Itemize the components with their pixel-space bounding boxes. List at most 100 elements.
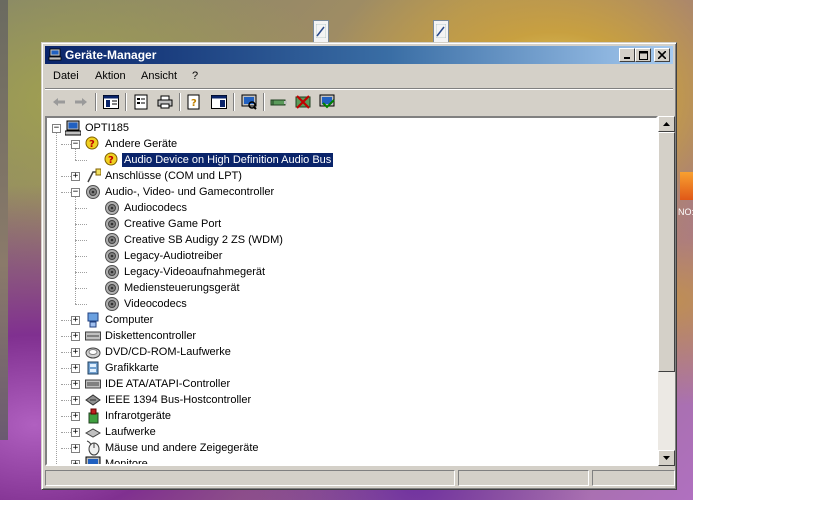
scroll-up-button[interactable]: [658, 116, 675, 132]
speaker-icon: [104, 280, 120, 296]
scroll-down-button[interactable]: [658, 450, 675, 466]
tree-node-label: Monitore: [105, 458, 148, 466]
maximize-button[interactable]: [635, 48, 651, 62]
tree-node-audio-device-on-high-definition-audio-bus[interactable]: ? Audio Device on High Definition Audio B…: [47, 152, 647, 168]
speaker-icon: [104, 248, 120, 264]
close-button[interactable]: [654, 48, 670, 62]
tree-node-ieee-1394-bus-hostcontroller[interactable]: + IEEE 1394 Bus-Hostcontroller: [47, 392, 647, 408]
device-manager-window: Geräte-Manager Datei Aktion Ansicht ? ? …: [41, 42, 677, 490]
show-hide-tree-icon[interactable]: [101, 93, 121, 111]
tree-node-diskettencontroller[interactable]: + Diskettencontroller: [47, 328, 647, 344]
tree-node-anschlüsse-com-und-lpt[interactable]: + Anschlüsse (COM und LPT): [47, 168, 647, 184]
menu-help[interactable]: ?: [192, 70, 198, 82]
status-panel-2: [458, 470, 589, 486]
tree-node-creative-game-port[interactable]: Creative Game Port: [47, 216, 647, 232]
toolbar-separator: [179, 93, 181, 111]
expand-toggle[interactable]: +: [71, 332, 80, 341]
svg-text:?: ?: [89, 139, 95, 150]
speaker-icon: [104, 200, 120, 216]
menu-ansicht[interactable]: Ansicht: [141, 70, 177, 82]
scan-hardware-icon[interactable]: [239, 93, 259, 111]
expand-toggle[interactable]: +: [71, 412, 80, 421]
monitor-icon: [85, 456, 101, 464]
print-icon[interactable]: [155, 93, 175, 111]
device-tree-content: − OPTI185−? Andere Geräte? Audio Device on …: [47, 118, 656, 466]
expand-toggle[interactable]: +: [71, 444, 80, 453]
firewire-icon: [85, 392, 101, 408]
display-adapter-icon: [85, 360, 101, 376]
tree-node-label: Mäuse und andere Zeigegeräte: [105, 442, 259, 454]
tree-node-legacy-audiotreiber[interactable]: Legacy-Audiotreiber: [47, 248, 647, 264]
tree-node-label: IDE ATA/ATAPI-Controller: [105, 378, 231, 390]
update-driver-icon[interactable]: [269, 93, 289, 111]
scroll-thumb[interactable]: [658, 132, 675, 372]
tree-node-label: Creative Game Port: [124, 218, 222, 230]
tree-node-andere-geräte[interactable]: −? Andere Geräte: [47, 136, 647, 152]
show-hide-pane-icon[interactable]: [209, 93, 229, 111]
tree-node-computer[interactable]: + Computer: [47, 312, 647, 328]
expand-toggle[interactable]: +: [71, 348, 80, 357]
back-arrow-icon[interactable]: [49, 93, 69, 111]
tree-node-label: IEEE 1394 Bus-Hostcontroller: [105, 394, 252, 406]
expand-toggle[interactable]: +: [71, 396, 80, 405]
tree-node-infrarotgeräte[interactable]: + Infrarotgeräte: [47, 408, 647, 424]
desktop-strip: [0, 0, 8, 440]
computer-icon: [64, 120, 82, 136]
expand-toggle[interactable]: +: [71, 428, 80, 437]
tree-node-grafikkarte[interactable]: + Grafikkarte: [47, 360, 647, 376]
tree-node-label: Diskettencontroller: [105, 330, 197, 342]
expand-toggle[interactable]: +: [71, 364, 80, 373]
vertical-scrollbar[interactable]: [658, 116, 675, 466]
tree-node-legacy-videoaufnahmegerät[interactable]: Legacy-Videoaufnahmegerät: [47, 264, 647, 280]
tree-node-label: Videocodecs: [124, 298, 187, 310]
svg-text:?: ?: [191, 98, 197, 109]
forward-arrow-icon[interactable]: [71, 93, 91, 111]
collapse-toggle[interactable]: −: [52, 124, 61, 133]
speaker-icon: [104, 296, 120, 312]
expand-toggle[interactable]: +: [71, 172, 80, 181]
properties-icon[interactable]: [131, 93, 151, 111]
infrared-icon: [85, 408, 101, 424]
tree-node-opti185[interactable]: − OPTI185: [47, 120, 647, 136]
minimize-button[interactable]: [619, 48, 635, 62]
help-icon[interactable]: ?: [185, 93, 205, 111]
tree-node-label: Creative SB Audigy 2 ZS (WDM): [124, 234, 283, 246]
cdrom-icon: [85, 344, 101, 360]
computer-category-icon: [85, 312, 101, 328]
menu-datei[interactable]: Datei: [53, 70, 79, 82]
title-bar[interactable]: Geräte-Manager: [45, 46, 673, 64]
menu-aktion[interactable]: Aktion: [95, 70, 126, 82]
tree-node-dvd-cd-rom-laufwerke[interactable]: + DVD/CD-ROM-Laufwerke: [47, 344, 647, 360]
device-tree[interactable]: − OPTI185−? Andere Geräte? Audio Device on …: [45, 116, 658, 466]
expand-toggle[interactable]: +: [71, 460, 80, 464]
desktop-icon-label: NO:: [678, 207, 693, 217]
tree-node-videocodecs[interactable]: Videocodecs: [47, 296, 647, 312]
tree-node-creative-sb-audigy-2-zs-wdm[interactable]: Creative SB Audigy 2 ZS (WDM): [47, 232, 647, 248]
tree-node-audio-video-und-gamecontroller[interactable]: − Audio-, Video- und Gamecontroller: [47, 184, 647, 200]
expand-toggle[interactable]: +: [71, 380, 80, 389]
uninstall-icon[interactable]: [293, 93, 313, 111]
speaker-icon: [104, 264, 120, 280]
collapse-toggle[interactable]: −: [71, 140, 80, 149]
speaker-icon: [85, 184, 101, 200]
tree-node-label: Computer: [105, 314, 154, 326]
tree-node-label: Mediensteuerungsgerät: [124, 282, 240, 294]
desktop-app-icon[interactable]: [680, 172, 693, 200]
toolbar-separator: [125, 93, 127, 111]
tree-node-monitore[interactable]: + Monitore: [47, 456, 647, 466]
tree-node-mediensteuerungsgerät[interactable]: Mediensteuerungsgerät: [47, 280, 647, 296]
tree-node-laufwerke[interactable]: + Laufwerke: [47, 424, 647, 440]
tree-node-ide-ata-atapi-controller[interactable]: + IDE ATA/ATAPI-Controller: [47, 376, 647, 392]
tree-guide-line: [61, 464, 71, 465]
toolbar-separator: [233, 93, 235, 111]
tree-node-label: Legacy-Videoaufnahmegerät: [124, 266, 266, 278]
tree-node-label: Legacy-Audiotreiber: [124, 250, 223, 262]
tree-node-label: Andere Geräte: [105, 138, 178, 150]
tree-node-label: Audio-, Video- und Gamecontroller: [105, 186, 275, 198]
tree-node-mäuse-und-andere-zeigegeräte[interactable]: + Mäuse und andere Zeigegeräte: [47, 440, 647, 456]
collapse-toggle[interactable]: −: [71, 188, 80, 197]
tree-node-audiocodecs[interactable]: Audiocodecs: [47, 200, 647, 216]
expand-toggle[interactable]: +: [71, 316, 80, 325]
window-title: Geräte-Manager: [65, 48, 157, 62]
disable-device-icon[interactable]: [317, 93, 337, 111]
